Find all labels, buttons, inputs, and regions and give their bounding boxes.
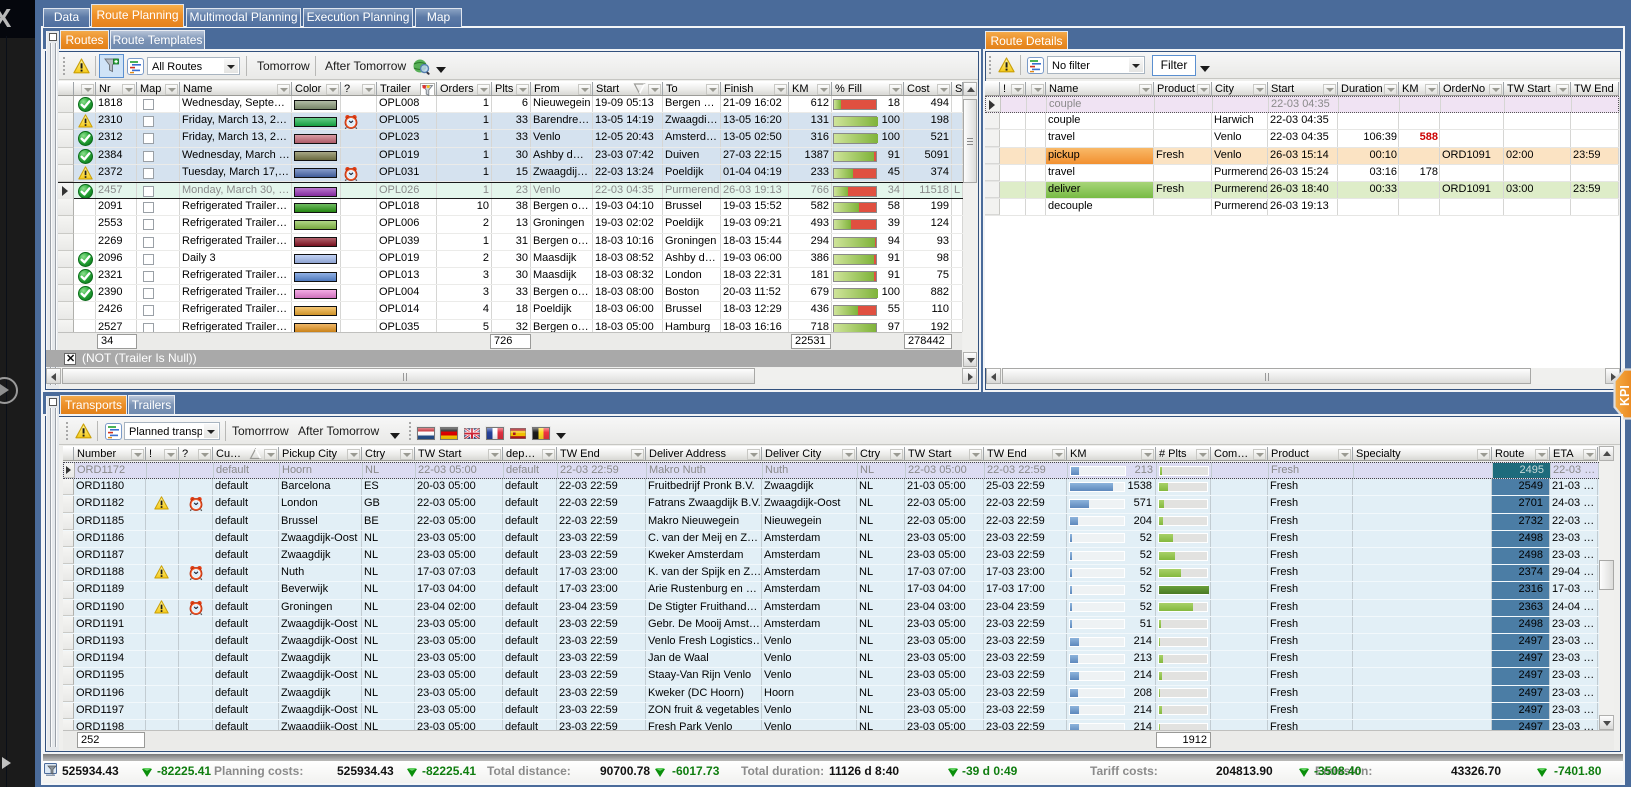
svg-text:KPI: KPI — [1618, 385, 1631, 406]
